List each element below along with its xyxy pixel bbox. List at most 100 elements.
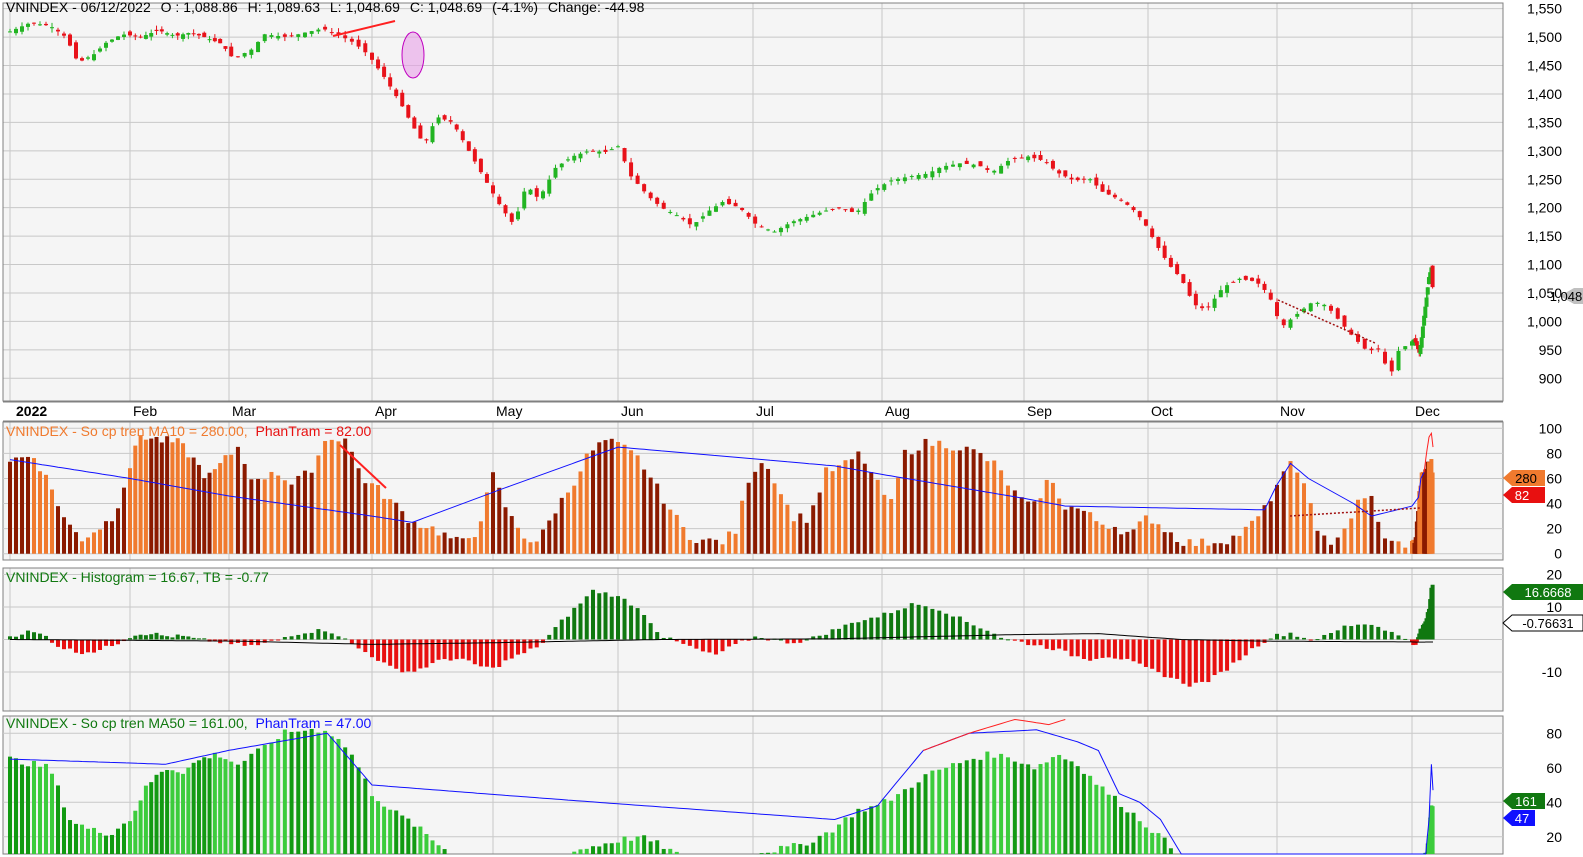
ma10-bar bbox=[791, 521, 796, 554]
hist-bar bbox=[412, 639, 417, 672]
ma10-bar bbox=[1308, 503, 1313, 554]
price-header-name: VNINDEX - 06/12/2022 bbox=[6, 0, 151, 15]
ma50-bar bbox=[406, 818, 411, 854]
ma10-bar bbox=[235, 446, 240, 554]
ma10-bar bbox=[889, 499, 894, 554]
hist-bar bbox=[1288, 632, 1293, 640]
candle-body bbox=[1335, 308, 1340, 319]
ma10-bar bbox=[491, 472, 495, 554]
ma10-bar bbox=[8, 461, 12, 554]
candle-body bbox=[262, 34, 267, 42]
hist-bar bbox=[138, 634, 143, 640]
ma10-bar bbox=[843, 460, 848, 554]
ma50-bar bbox=[1168, 848, 1173, 854]
candle-body bbox=[1425, 287, 1430, 295]
ma50-bar bbox=[1038, 764, 1043, 854]
candle-body bbox=[212, 38, 217, 42]
ma50-bar bbox=[316, 732, 321, 854]
ma50-bar bbox=[1430, 806, 1435, 854]
ma50-bar bbox=[229, 761, 234, 854]
ma10-bar bbox=[1063, 509, 1068, 554]
hist-bar bbox=[862, 620, 867, 640]
ma10-bar bbox=[1243, 526, 1248, 554]
price-tick-label: 1,000 bbox=[1527, 313, 1562, 329]
ma10-bar bbox=[282, 480, 287, 554]
ma50-bar bbox=[430, 840, 435, 854]
ma10-bar bbox=[668, 509, 673, 554]
ma50-bar bbox=[1069, 761, 1074, 854]
ma50-bar bbox=[170, 770, 175, 854]
candle-body bbox=[1295, 313, 1300, 317]
ma10-bar bbox=[1187, 539, 1192, 554]
ma10-bar bbox=[655, 483, 660, 554]
candle-body bbox=[116, 36, 120, 40]
hist-bar bbox=[133, 635, 138, 640]
ma10-bar bbox=[862, 463, 867, 554]
candle-body bbox=[772, 231, 777, 233]
hist-bar bbox=[1329, 633, 1333, 640]
price-header-open: O : 1,088.86 bbox=[161, 0, 238, 15]
ma50-bar bbox=[591, 846, 595, 854]
candle-body bbox=[957, 163, 962, 168]
candle-body bbox=[700, 216, 705, 219]
ma10-bar bbox=[1181, 545, 1186, 554]
hist-badge-value-text: 16.6668 bbox=[1525, 585, 1572, 600]
ma10-bar bbox=[1044, 479, 1049, 554]
hist-tick-label: 10 bbox=[1546, 599, 1562, 615]
hist-bar bbox=[791, 639, 796, 644]
ma50-bar bbox=[609, 843, 614, 854]
ma50-bar bbox=[902, 789, 907, 854]
ma10-bar bbox=[882, 494, 887, 554]
ma50-bar bbox=[394, 810, 399, 854]
hist-bar bbox=[603, 592, 608, 640]
candle-body bbox=[753, 216, 758, 224]
ma10-bar bbox=[1032, 501, 1037, 554]
ma50-bar bbox=[80, 824, 84, 854]
hist-bar bbox=[56, 639, 60, 647]
ma50-bar bbox=[1143, 827, 1148, 854]
ma10-bar bbox=[388, 499, 393, 554]
candle-body bbox=[1424, 297, 1429, 307]
ma50-bar bbox=[269, 742, 274, 854]
candle-body bbox=[1112, 194, 1117, 198]
ma50-bar bbox=[186, 767, 191, 854]
ma10-bar bbox=[591, 450, 595, 554]
ma10-bar bbox=[798, 513, 803, 554]
ma50-bar bbox=[951, 763, 955, 854]
hist-bar bbox=[553, 627, 558, 640]
ma50-bar bbox=[418, 826, 423, 854]
candle-body bbox=[681, 217, 686, 220]
hist-bar bbox=[1081, 639, 1086, 660]
candle-body bbox=[1281, 319, 1286, 326]
candle-body bbox=[154, 29, 159, 31]
ma10-bar bbox=[566, 492, 570, 554]
ma50-bar bbox=[1106, 794, 1111, 854]
candle-body bbox=[38, 24, 42, 26]
ma10-bar bbox=[978, 452, 983, 554]
ma50-bar bbox=[329, 736, 334, 854]
ma10-bar bbox=[202, 478, 207, 554]
hist-bar bbox=[430, 639, 435, 664]
highlight-circle bbox=[401, 31, 425, 79]
ma10-bar bbox=[1403, 547, 1408, 554]
ma10-bar bbox=[1430, 472, 1435, 554]
ma50-bar bbox=[191, 762, 196, 854]
candle-body bbox=[1168, 257, 1173, 267]
hist-bar bbox=[1005, 639, 1010, 641]
candle-body bbox=[944, 165, 949, 170]
ma10-bar bbox=[1288, 461, 1293, 554]
hist-bar bbox=[269, 639, 274, 641]
candle-body bbox=[661, 202, 666, 209]
candle-body bbox=[466, 141, 471, 151]
candle-body bbox=[824, 210, 829, 212]
candle-body bbox=[616, 146, 620, 148]
candle-body bbox=[44, 23, 48, 26]
hist-bar bbox=[370, 639, 374, 658]
hist-bar bbox=[1335, 630, 1340, 640]
candle-body bbox=[609, 149, 614, 151]
ma10-bar bbox=[186, 457, 191, 554]
hist-bar bbox=[175, 634, 180, 640]
ma50-bar bbox=[804, 845, 809, 854]
candle-body bbox=[269, 35, 274, 37]
candle-body bbox=[296, 34, 301, 37]
